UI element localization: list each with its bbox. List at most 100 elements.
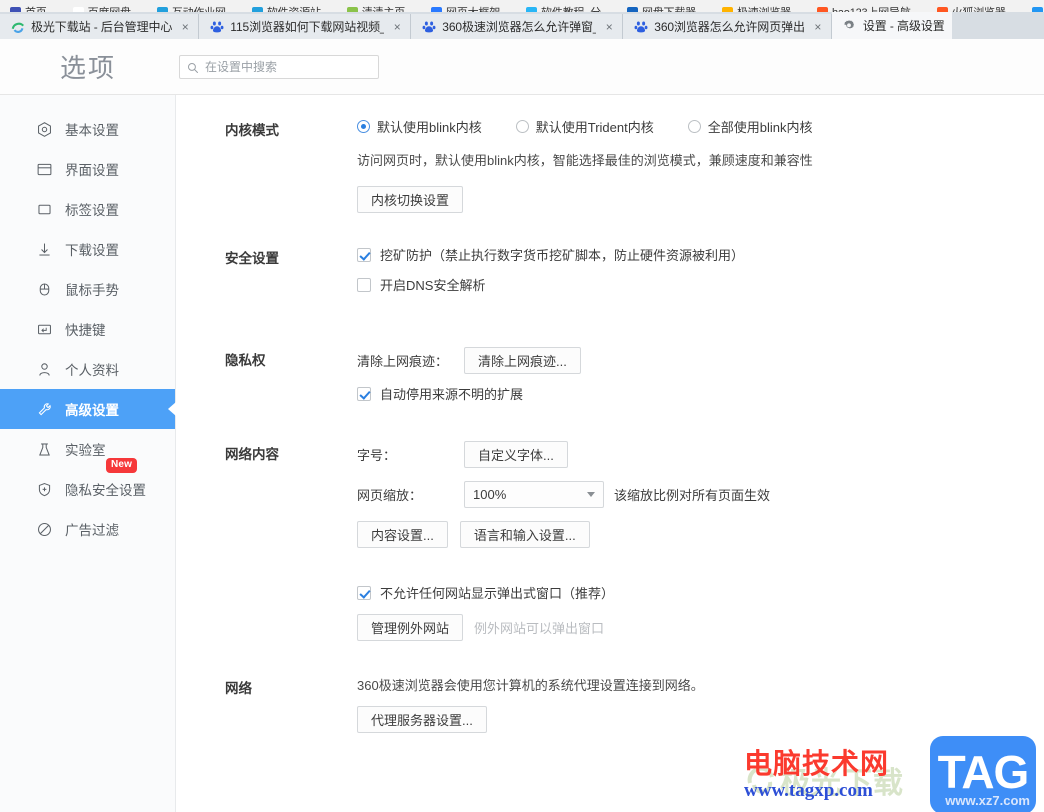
watermark-main-text: 电脑技术网	[744, 748, 890, 779]
checkbox-block-popups[interactable]: 不允许任何网站显示弹出式窗口（推荐）	[357, 583, 1044, 602]
bookmark-item-9[interactable]: hao123上网导航	[816, 1, 911, 12]
section-web-content: 网络内容 字号： 自定义字体... 网页缩放： 100% 该缩放比例对所有页面生…	[176, 441, 1044, 641]
tab-icon	[36, 201, 53, 218]
window-icon	[36, 161, 53, 178]
watermark-tag-url: www.xz7.com	[945, 793, 1030, 808]
bookmark-item-11[interactable]: 浏览器下载	[1031, 1, 1044, 12]
baidu-icon	[633, 19, 648, 34]
font-size-row: 字号： 自定义字体...	[357, 441, 1044, 468]
content-settings-button[interactable]: 内容设置...	[357, 521, 448, 548]
browser-tab-3[interactable]: 360浏览器怎么允许网页弹出 ×	[623, 14, 832, 39]
checkbox-label-mining-protection: 挖矿防护（禁止执行数字货币挖矿脚本，防止硬件资源被利用）	[380, 248, 745, 263]
person-icon	[36, 361, 53, 378]
page-zoom-row: 网页缩放： 100% 该缩放比例对所有页面生效	[357, 481, 1044, 508]
options-header: 选项	[0, 39, 1044, 95]
keyboard-icon	[36, 321, 53, 338]
tab-strip[interactable]: 极光下载站 - 后台管理中心 × 115浏览器如何下载网站视频_ × 360极速浏览器怎…	[0, 12, 1044, 39]
bookmark-item-7[interactable]: 网盘下载器	[626, 1, 696, 12]
manage-exceptions-button[interactable]: 管理例外网站	[357, 614, 464, 641]
search-icon	[187, 61, 199, 73]
browser-tab-0[interactable]: 极光下载站 - 后台管理中心 ×	[0, 14, 200, 39]
bookmark-item-6[interactable]: 软件教程_分	[526, 1, 601, 12]
section-security: 安全设置 挖矿防护（禁止执行数字货币挖矿脚本，防止硬件资源被利用） 开启DNS安…	[176, 245, 1044, 305]
bookmark-item-4[interactable]: 清清主页	[346, 1, 405, 12]
sidebar-item-9[interactable]: 隐私安全设置 New	[0, 458, 175, 509]
sidebar-item-6[interactable]: 个人资料	[0, 349, 175, 389]
page-zoom-label: 网页缩放：	[357, 488, 423, 503]
bookmark-item-1[interactable]: 百度网盘	[72, 1, 131, 12]
search-box[interactable]	[179, 54, 379, 79]
sidebar-badge-new: New	[106, 458, 138, 473]
sidebar-item-1[interactable]: 界面设置	[0, 149, 175, 189]
exception-note: 例外网站可以弹出窗口	[474, 621, 605, 636]
search-input[interactable]	[205, 59, 371, 74]
exception-row: 管理例外网站 例外网站可以弹出窗口	[357, 614, 1044, 641]
kernel-radio-group[interactable]: 默认使用blink内核 默认使用Trident内核 全部使用blink内核	[357, 117, 1044, 136]
bookmark-item-2[interactable]: 互动作业网	[156, 1, 226, 12]
gear-icon	[842, 18, 857, 33]
tab-close-icon[interactable]: ×	[811, 21, 825, 33]
bookmark-item-3[interactable]: 软件资源站	[251, 1, 321, 12]
clear-history-button[interactable]: 清除上网痕迹...	[464, 347, 581, 374]
checkbox-disable-unknown-extensions[interactable]: 自动停用来源不明的扩展	[357, 384, 1044, 403]
sidebar-item-10[interactable]: 广告过滤	[0, 509, 175, 549]
section-title-network: 网络	[225, 681, 252, 696]
radio-label-blink-all: 全部使用blink内核	[707, 120, 813, 135]
wrench-icon	[36, 401, 53, 418]
clear-history-row: 清除上网痕迹： 清除上网痕迹...	[357, 347, 1044, 374]
watermark-overlay: 极光下载 电脑技术网 www.tagxp.com TAG www.xz7.com	[736, 736, 1036, 812]
font-size-label: 字号：	[357, 448, 397, 463]
section-kernel-mode: 内核模式 默认使用blink内核 默认使用Trident内核 全部使用blink…	[176, 117, 1044, 213]
sidebar-item-7[interactable]: 高级设置	[0, 389, 175, 429]
radio-trident-default-icon[interactable]	[515, 120, 529, 133]
sidebar-item-3[interactable]: 下载设置	[0, 229, 175, 269]
checkbox-dns-secure[interactable]: 开启DNS安全解析	[357, 275, 1044, 294]
proxy-settings-button[interactable]: 代理服务器设置...	[357, 706, 487, 733]
section-title-kernel: 内核模式	[225, 123, 279, 138]
radio-option-blink-all[interactable]: 全部使用blink内核	[687, 117, 813, 136]
kernel-switch-settings-button[interactable]: 内核切换设置	[357, 186, 464, 213]
page-zoom-note: 该缩放比例对所有页面生效	[614, 488, 771, 503]
clear-history-label: 清除上网痕迹：	[357, 354, 449, 369]
tab-close-icon[interactable]: ×	[390, 21, 404, 33]
sidebar-item-8[interactable]: 实验室	[0, 429, 175, 469]
radio-blink-all-icon[interactable]	[687, 120, 701, 133]
watermark-ghost: 极光下载	[746, 758, 904, 802]
sidebar-item-2[interactable]: 标签设置	[0, 189, 175, 229]
checkbox-dns-secure-icon[interactable]	[357, 277, 371, 292]
bookmark-item-10[interactable]: 火狐浏览器	[936, 1, 1006, 12]
sidebar-item-5[interactable]: 快捷键	[0, 309, 175, 349]
bookmark-item-5[interactable]: 网页大框架	[431, 1, 500, 12]
tab-close-icon[interactable]: ×	[602, 21, 616, 33]
custom-font-button[interactable]: 自定义字体...	[464, 441, 568, 468]
checkbox-disable-unknown-extensions-icon[interactable]	[357, 386, 371, 401]
radio-blink-default-icon[interactable]	[357, 120, 370, 133]
checkbox-label-block-popups: 不允许任何网站显示弹出式窗口（推荐）	[380, 586, 615, 601]
tab-close-icon[interactable]: ×	[178, 21, 192, 33]
radio-option-blink-default[interactable]: 默认使用blink内核	[357, 117, 482, 136]
section-title-privacy: 隐私权	[225, 353, 266, 368]
radio-label-blink-default: 默认使用blink内核	[377, 120, 482, 135]
page-zoom-select[interactable]: 100%	[464, 481, 604, 508]
radio-label-trident-default: 默认使用Trident内核	[535, 120, 654, 135]
bookmark-item-8[interactable]: 极速浏览器	[721, 1, 791, 12]
chevron-down-icon	[587, 492, 595, 497]
tab-title: 115浏览器如何下载网站视频_	[230, 20, 385, 34]
download-icon	[36, 241, 53, 258]
language-input-settings-button[interactable]: 语言和输入设置...	[459, 521, 590, 548]
network-description: 360极速浏览器会使用您计算机的系统代理设置连接到网络。	[357, 678, 704, 693]
browser-tab-2[interactable]: 360极速浏览器怎么允许弹窗_ ×	[411, 14, 624, 39]
radio-option-trident-default[interactable]: 默认使用Trident内核	[515, 117, 654, 136]
bookmark-item-0[interactable]: 首页	[10, 1, 47, 12]
sidebar-item-0[interactable]: 基本设置	[0, 109, 175, 149]
tab-title: 360浏览器怎么允许网页弹出	[654, 20, 805, 34]
section-network: 网络 360极速浏览器会使用您计算机的系统代理设置连接到网络。 代理服务器设置.…	[176, 675, 1044, 733]
sidebar-item-4[interactable]: 鼠标手势	[0, 269, 175, 309]
checkbox-mining-protection[interactable]: 挖矿防护（禁止执行数字货币挖矿脚本，防止硬件资源被利用）	[357, 245, 1044, 264]
browser-tab-4[interactable]: 设置 - 高级设置	[831, 12, 952, 39]
checkbox-block-popups-icon[interactable]	[357, 585, 371, 600]
sidebar-item-label: 标签设置	[65, 203, 119, 218]
bookmarks-bar[interactable]: 首页 百度网盘 互动作业网 软件资源站 清清主页 网页大框架 软件教程_分 网盘下载器 极速浏览…	[0, 0, 1044, 12]
browser-tab-1[interactable]: 115浏览器如何下载网站视频_ ×	[199, 14, 412, 39]
checkbox-mining-protection-icon[interactable]	[357, 247, 371, 262]
